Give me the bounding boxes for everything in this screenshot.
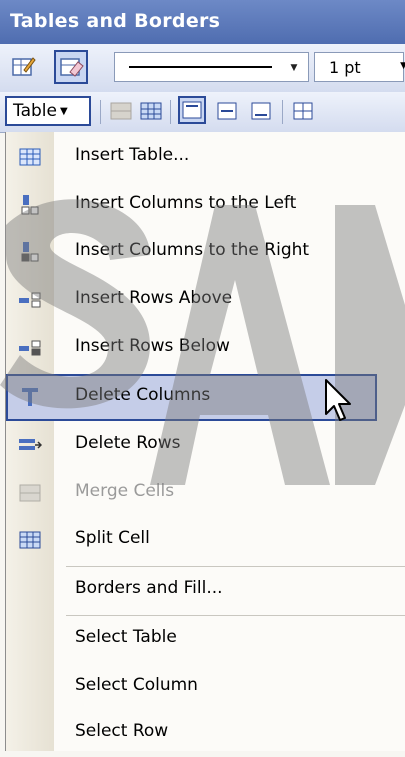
- align-top-icon: [182, 101, 202, 119]
- menu-item-label: Insert Rows Below: [75, 336, 230, 356]
- line-style-dropdown[interactable]: ▼: [114, 52, 309, 82]
- menu-item-label: Select Table: [75, 627, 177, 647]
- menu-item-insert-rows-above[interactable]: Insert Rows Above: [6, 277, 405, 324]
- align-center-button[interactable]: [214, 99, 240, 123]
- menu-item-insert-rows-below[interactable]: Insert Rows Below: [6, 325, 405, 372]
- align-center-icon: [217, 102, 237, 120]
- window-title: Tables and Borders: [10, 10, 221, 32]
- align-bottom-button[interactable]: [248, 99, 274, 123]
- merge-cells-icon: [18, 482, 42, 504]
- menu-item-label: Insert Columns to the Right: [75, 240, 310, 260]
- distribute-columns-button[interactable]: [290, 99, 316, 123]
- window-title-bar[interactable]: Tables and Borders: [0, 0, 405, 44]
- menu-item-delete-columns[interactable]: Delete Columns: [6, 374, 377, 421]
- mouse-cursor-icon: [325, 379, 351, 421]
- chevron-down-icon: ▼: [59, 106, 68, 117]
- pencil-icon: [12, 57, 36, 76]
- toolbar-row-2: Table ▼: [0, 92, 405, 133]
- menu-item-delete-rows[interactable]: Delete Rows: [6, 422, 405, 469]
- menu-item-label: Insert Table...: [75, 145, 190, 165]
- menu-item-label: Borders and Fill...: [75, 578, 223, 598]
- menu-item-label: Delete Rows: [75, 433, 181, 453]
- menu-item-label: Select Row: [75, 721, 169, 741]
- line-style-sample: [129, 66, 272, 68]
- split-cells-toolbar-button[interactable]: [138, 99, 164, 123]
- table-dropdown-menu: Insert Table... Insert Columns to the Le…: [5, 132, 405, 751]
- insert-columns-right-icon: [18, 241, 42, 263]
- menu-item-label: Merge Cells: [75, 481, 175, 501]
- menu-item-insert-columns-right[interactable]: Insert Columns to the Right: [6, 229, 405, 276]
- chevron-down-icon[interactable]: ▼: [400, 61, 405, 71]
- toolbar-separator: [282, 100, 283, 124]
- menu-item-label: Insert Rows Above: [75, 288, 233, 308]
- menu-item-insert-table[interactable]: Insert Table...: [6, 134, 405, 181]
- split-cell-icon: [18, 529, 42, 551]
- menu-item-label: Split Cell: [75, 528, 150, 548]
- toolbar-separator: [170, 100, 171, 124]
- line-weight-value: 1 pt: [329, 58, 361, 77]
- menu-item-select-column[interactable]: Select Column: [6, 664, 405, 711]
- table-menu-button[interactable]: Table ▼: [5, 96, 91, 126]
- split-cells-icon: [140, 102, 162, 120]
- insert-table-icon: [18, 146, 42, 168]
- toolbar-separator: [100, 100, 101, 124]
- menu-item-borders-and-fill[interactable]: Borders and Fill...: [6, 567, 405, 614]
- menu-item-label: Delete Columns: [75, 385, 211, 405]
- eraser-button[interactable]: [54, 50, 88, 84]
- menu-item-insert-columns-left[interactable]: Insert Columns to the Left: [6, 182, 405, 229]
- insert-rows-above-icon: [18, 289, 42, 311]
- distribute-columns-icon: [293, 102, 313, 120]
- menu-item-split-cell[interactable]: Split Cell: [6, 517, 405, 564]
- align-top-button[interactable]: [178, 96, 206, 124]
- eraser-icon: [60, 58, 84, 77]
- menu-item-label: Insert Columns to the Left: [75, 193, 297, 213]
- table-menu-label: Table: [13, 101, 57, 121]
- delete-rows-icon: [18, 434, 42, 456]
- insert-rows-below-icon: [18, 337, 42, 359]
- menu-item-label: Select Column: [75, 675, 198, 695]
- draw-table-button[interactable]: [6, 50, 40, 84]
- chevron-down-icon[interactable]: ▼: [286, 61, 302, 75]
- merge-cells-icon: [110, 102, 132, 120]
- menu-item-merge-cells[interactable]: Merge Cells: [6, 470, 405, 517]
- align-bottom-icon: [251, 102, 271, 120]
- menu-item-select-table[interactable]: Select Table: [6, 616, 405, 663]
- menu-item-select-row[interactable]: Select Row: [6, 710, 405, 757]
- merge-cells-toolbar-button[interactable]: [108, 99, 134, 123]
- insert-columns-left-icon: [18, 194, 42, 216]
- line-weight-dropdown[interactable]: 1 pt ▼: [314, 52, 405, 82]
- delete-columns-icon: [18, 386, 42, 408]
- toolbar-row-1: ▼ 1 pt ▼: [0, 44, 405, 93]
